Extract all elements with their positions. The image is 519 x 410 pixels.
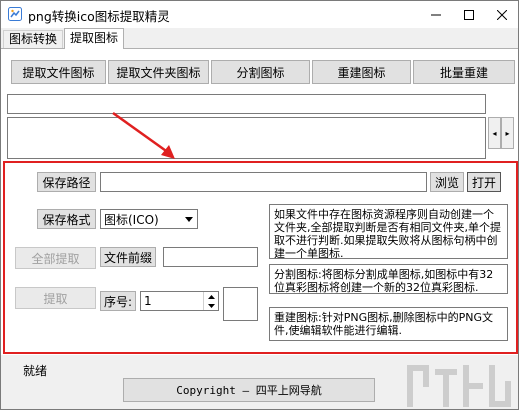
extract-button[interactable]: 提取	[15, 287, 96, 309]
app-window: png转换ico图标提取精灵 图标转换 提取图标 提取文件图标 提取文件夹图标 …	[0, 0, 519, 410]
minimize-icon	[431, 14, 441, 15]
close-button[interactable]	[486, 1, 518, 28]
scroll-left-icon[interactable]: ◂	[488, 117, 501, 149]
tab-strip: 图标转换 提取图标	[1, 28, 518, 49]
browse-button[interactable]: 浏览	[430, 172, 464, 192]
open-button[interactable]: 打开	[467, 172, 501, 192]
watermark-logo-icon	[407, 365, 511, 407]
extract-folder-icon-button[interactable]: 提取文件夹图标	[108, 60, 209, 84]
status-text: 就绪	[23, 364, 48, 378]
annotation-arrow-icon	[112, 111, 175, 159]
split-help-text: 分割图标:将图标分割成单图标,如图标中有32位真彩图标将创建一个新的32位真彩图…	[269, 264, 508, 294]
extract-help-text: 如果文件中存在图标资源程序则自动创建一个文件夹,全部提取判断是否有相同文件夹,单…	[269, 204, 508, 259]
extract-all-button[interactable]: 全部提取	[15, 247, 96, 269]
scroll-right-icon[interactable]: ▸	[501, 117, 514, 149]
save-path-label: 保存路径	[37, 172, 96, 192]
index-spinner[interactable]: 1	[140, 291, 219, 311]
minimize-button[interactable]	[420, 1, 452, 28]
rebuild-icon-button[interactable]: 重建图标	[312, 60, 411, 84]
title-bar[interactable]: png转换ico图标提取精灵	[1, 1, 518, 28]
tab-extract-icon[interactable]: 提取图标	[64, 28, 125, 49]
tab-icon-convert[interactable]: 图标转换	[3, 30, 64, 48]
rebuild-help-text: 重建图标:针对PNG图标,删除图标中的PNG文件,使编辑软件能进行编辑.	[269, 307, 508, 341]
copyright-link[interactable]: Copyright — 四平上网导航	[123, 378, 375, 402]
save-format-select[interactable]: 图标(ICO)	[100, 209, 198, 229]
icon-list-box[interactable]	[7, 117, 486, 159]
dropdown-arrow-icon[interactable]	[181, 210, 197, 228]
file-prefix-label: 文件前缀	[100, 247, 156, 267]
icon-preview	[223, 287, 258, 321]
save-format-value: 图标(ICO)	[104, 212, 159, 227]
list-scroll-buttons: ◂ ▸	[488, 117, 514, 149]
index-value: 1	[144, 294, 152, 308]
spin-up-icon[interactable]	[204, 292, 218, 301]
save-path-input[interactable]	[100, 172, 427, 192]
maximize-icon	[464, 9, 474, 20]
file-prefix-input[interactable]	[163, 247, 258, 267]
close-icon	[497, 9, 507, 20]
extract-file-icon-button[interactable]: 提取文件图标	[11, 60, 106, 84]
index-label: 序号:	[100, 291, 136, 311]
window-title: png转换ico图标提取精灵	[28, 9, 170, 24]
maximize-button[interactable]	[453, 1, 485, 28]
split-icon-button[interactable]: 分割图标	[211, 60, 310, 84]
save-format-label: 保存格式	[37, 209, 96, 229]
spin-down-icon[interactable]	[204, 301, 218, 310]
file-path-field[interactable]	[7, 94, 486, 114]
app-icon	[8, 7, 22, 21]
batch-rebuild-button[interactable]: 批量重建	[413, 60, 515, 84]
